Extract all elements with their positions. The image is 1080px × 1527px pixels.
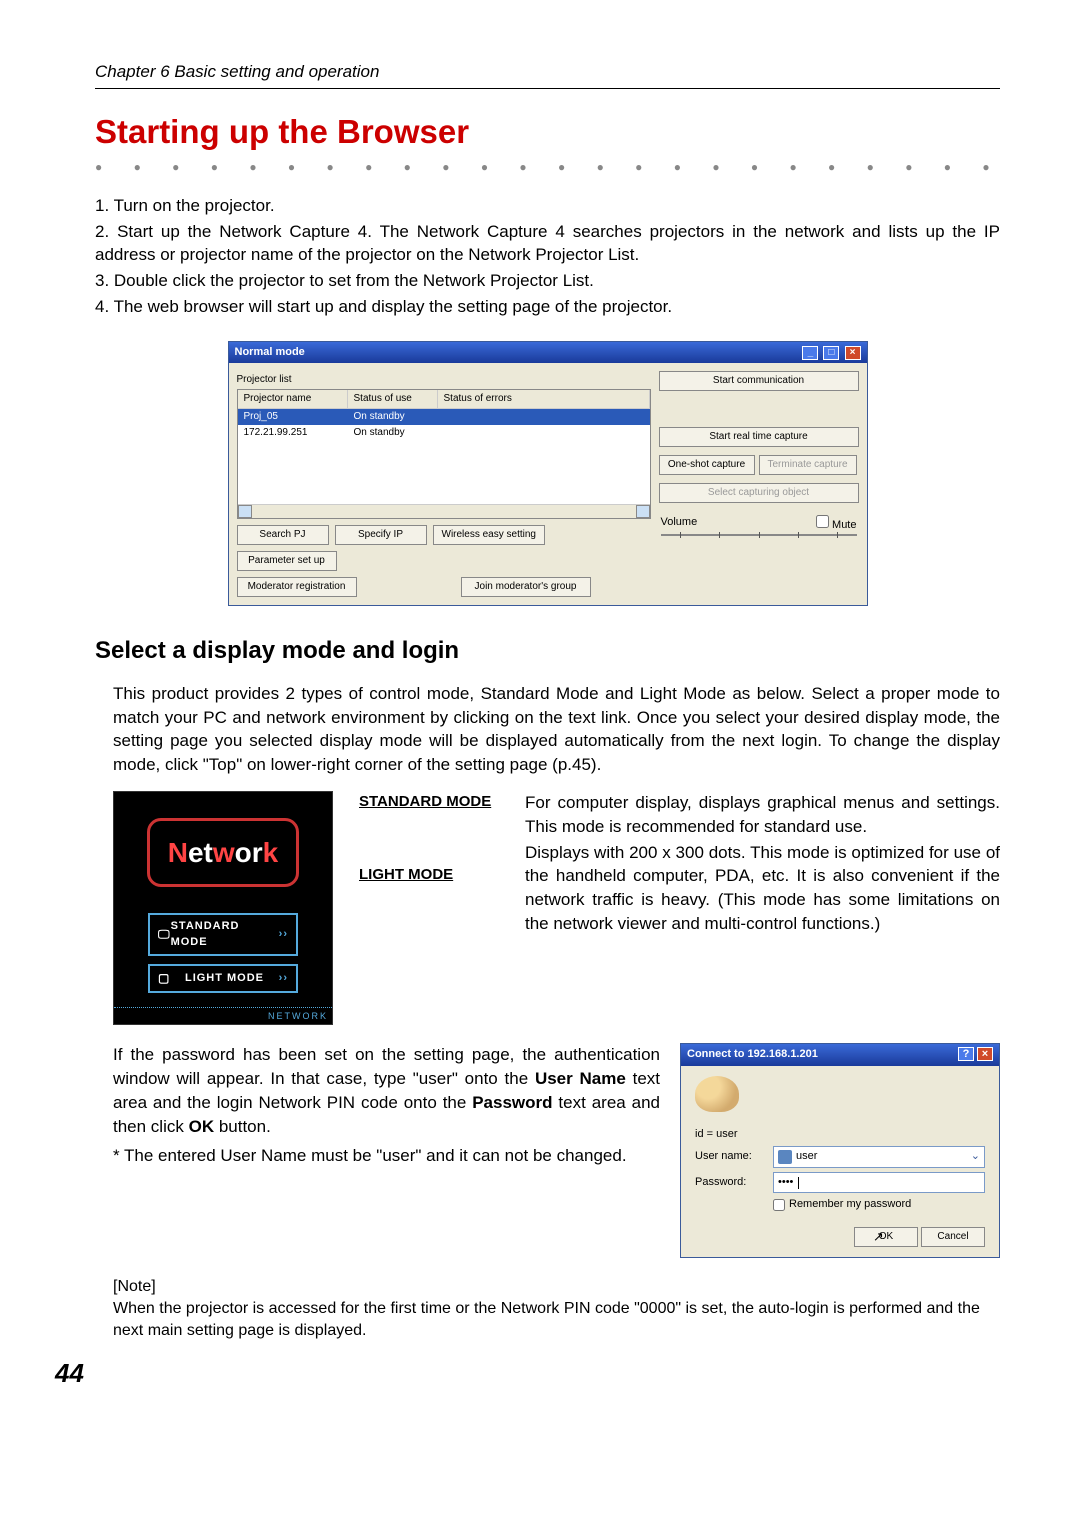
network-logo: Network [147, 818, 300, 887]
parameter-setup-button[interactable]: Parameter set up [237, 551, 337, 571]
screenshot-footer: NETWORK [114, 1007, 332, 1025]
step-1: 1. Turn on the projector. [95, 194, 1000, 218]
close-icon[interactable]: × [977, 1047, 993, 1061]
standard-mode-description: For computer display, displays graphical… [525, 791, 1000, 839]
page-title: Starting up the Browser [95, 109, 1000, 155]
projector-list-label: Projector list [237, 373, 651, 387]
keys-icon [695, 1076, 739, 1112]
step-2: 2. Start up the Network Capture 4. The N… [95, 220, 1000, 268]
one-shot-capture-button[interactable]: One-shot capture [659, 455, 755, 475]
auth-paragraph: If the password has been set on the sett… [113, 1043, 660, 1138]
table-header: Projector name Status of use Status of e… [238, 390, 650, 409]
remember-password-label: Remember my password [789, 1197, 911, 1212]
auth-dialog: Connect to 192.168.1.201 ?× id = user Us… [680, 1043, 1000, 1257]
step-4: 4. The web browser will start up and dis… [95, 295, 1000, 319]
dropdown-icon[interactable]: ⌄ [971, 1149, 980, 1164]
search-pj-button[interactable]: Search PJ [237, 525, 329, 545]
table-row[interactable]: 172.21.99.251On standby [238, 425, 650, 441]
select-capturing-object-button: Select capturing object [659, 483, 859, 503]
help-icon[interactable]: ? [958, 1047, 974, 1061]
auth-note: * The entered User Name must be "user" a… [113, 1144, 660, 1168]
page-number: 44 [55, 1355, 1000, 1391]
section-title: Select a display mode and login [95, 634, 1000, 668]
join-moderator-button[interactable]: Join moderator's group [461, 577, 591, 597]
ok-button[interactable]: OK [854, 1227, 918, 1247]
light-mode-link[interactable]: ▢ LIGHT MODE ›› [148, 964, 298, 993]
chapter-header: Chapter 6 Basic setting and operation [95, 60, 1000, 89]
step-3: 3. Double click the projector to set fro… [95, 269, 1000, 293]
start-realtime-capture-button[interactable]: Start real time capture [659, 427, 859, 447]
id-line: id = user [695, 1127, 985, 1142]
network-capture-window: Normal mode _ □ × Projector list Project… [228, 341, 868, 606]
standard-mode-label: STANDARD MODE [359, 791, 499, 812]
terminate-capture-button: Terminate capture [759, 455, 857, 475]
cancel-button[interactable]: Cancel [921, 1227, 985, 1247]
username-input[interactable]: user ⌄ [773, 1146, 985, 1167]
volume-slider[interactable] [661, 534, 857, 536]
titlebar: Normal mode _ □ × [229, 342, 867, 363]
projector-list[interactable]: Projector name Status of use Status of e… [237, 389, 651, 519]
close-icon[interactable]: × [845, 346, 861, 360]
pda-icon: ▢ [158, 970, 170, 987]
monitor-icon: 🖵 [158, 926, 171, 943]
arrow-right-icon: ›› [279, 927, 288, 942]
maximize-icon[interactable]: □ [823, 346, 839, 360]
scroll-left-icon[interactable] [238, 505, 252, 518]
section-paragraph: This product provides 2 types of control… [95, 682, 1000, 777]
password-input[interactable]: •••• [773, 1172, 985, 1193]
standard-mode-link[interactable]: 🖵 STANDARD MODE ›› [148, 913, 298, 956]
username-label: User name: [695, 1149, 765, 1164]
scroll-right-icon[interactable] [636, 505, 650, 518]
mute-checkbox[interactable] [816, 515, 829, 528]
mode-select-screenshot: Network 🖵 STANDARD MODE ›› ▢ LIGHT MODE … [113, 791, 333, 1025]
minimize-icon[interactable]: _ [802, 346, 818, 360]
light-mode-description: Displays with 200 x 300 dots. This mode … [525, 841, 1000, 936]
note-label: [Note] [113, 1276, 1000, 1298]
auth-dialog-title: Connect to 192.168.1.201 [687, 1047, 818, 1062]
note-text: When the projector is accessed for the f… [113, 1298, 1000, 1343]
horizontal-scrollbar[interactable] [238, 504, 650, 518]
remember-password-checkbox[interactable] [773, 1199, 785, 1211]
light-mode-label: LIGHT MODE [359, 864, 499, 885]
password-label: Password: [695, 1175, 765, 1190]
start-communication-button[interactable]: Start communication [659, 371, 859, 391]
dotted-rule: ● ● ● ● ● ● ● ● ● ● ● ● ● ● ● ● ● ● ● ● … [95, 159, 1000, 176]
moderator-registration-button[interactable]: Moderator registration [237, 577, 357, 597]
user-icon [778, 1150, 792, 1164]
wireless-easy-button[interactable]: Wireless easy setting [433, 525, 545, 545]
arrow-right-icon: ›› [279, 971, 288, 986]
specify-ip-button[interactable]: Specify IP [335, 525, 427, 545]
instruction-steps: 1. Turn on the projector. 2. Start up th… [95, 194, 1000, 319]
table-row[interactable]: Proj_05On standby [238, 409, 650, 425]
volume-label: Volume [661, 515, 698, 533]
window-title: Normal mode [235, 345, 305, 360]
